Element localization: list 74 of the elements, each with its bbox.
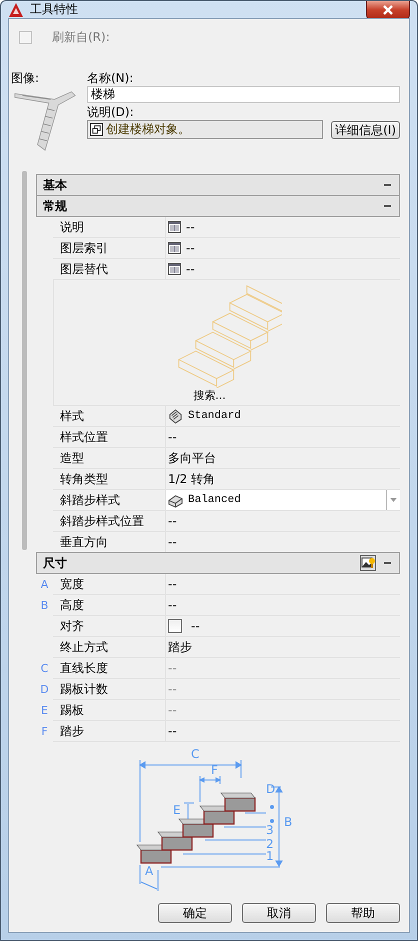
property-value: 踏步	[168, 638, 192, 656]
property-value: --	[186, 241, 195, 255]
dimension-label: 3	[266, 823, 274, 837]
property-value: 多向平台	[168, 450, 216, 466]
property-value: --	[168, 661, 177, 675]
property-value: --	[168, 577, 177, 591]
property-value: --	[168, 598, 177, 612]
align-checkbox[interactable]	[168, 619, 182, 633]
dialog-button[interactable]: 取消	[242, 903, 316, 923]
property-label: 造型	[53, 448, 166, 468]
dimension-label: F	[211, 763, 218, 777]
property-label: 样式位置	[53, 427, 166, 447]
dimension-letter: A	[40, 577, 50, 593]
property-label: 高度	[53, 595, 166, 615]
dimension-label: C	[191, 747, 200, 761]
property-value: --	[168, 703, 177, 717]
property-value: --	[191, 619, 200, 633]
picture-bulb-icon[interactable]	[360, 555, 376, 571]
property-label: 样式	[53, 406, 166, 426]
dimension-label: 1	[266, 849, 274, 863]
name-label: 名称(N):	[87, 70, 134, 86]
dimension-label: A	[145, 864, 154, 878]
stair-style-icon	[168, 492, 183, 508]
section-header[interactable]: 常规	[36, 195, 400, 217]
property-label: 直线长度	[53, 658, 166, 678]
property-label: 宽度	[53, 574, 166, 594]
dimension-label: D	[266, 782, 276, 796]
property-label: 对齐	[53, 616, 166, 636]
dimension-label: B	[284, 815, 292, 829]
dimension-letter: C	[40, 661, 50, 677]
name-field[interactable]: 楼梯	[87, 86, 400, 103]
dimension-label: 2	[266, 837, 274, 851]
property-value: --	[168, 514, 177, 528]
property-value: Standard	[188, 410, 241, 422]
refresh-label: 刷新自(R):	[52, 28, 110, 46]
property-label: 斜踏步样式位置	[53, 511, 166, 531]
property-label: 转角类型	[53, 469, 166, 489]
app-logo-icon	[8, 2, 24, 18]
property-label: 踢板	[53, 700, 166, 720]
section-header[interactable]: 基本	[36, 174, 400, 196]
search-caption[interactable]: 搜索...	[193, 388, 226, 403]
dimension-letter: F	[40, 724, 49, 740]
style-dropdown[interactable]: Balanced	[166, 490, 400, 510]
window-title: 工具特性	[30, 1, 78, 18]
property-value: --	[168, 724, 177, 738]
table-icon[interactable]	[168, 242, 181, 254]
stair-style-icon	[168, 408, 183, 424]
dimension-letter: B	[40, 598, 50, 614]
copy-icon	[90, 123, 103, 136]
property-label: 说明	[53, 217, 166, 237]
dialog-button[interactable]: 帮助	[326, 903, 400, 923]
property-label: 图层索引	[53, 238, 166, 258]
table-icon[interactable]	[168, 263, 181, 275]
property-label: 图层替代	[53, 259, 166, 279]
property-value: --	[168, 430, 177, 444]
property-label: 终止方式	[53, 637, 166, 657]
dimension-label: E	[173, 803, 181, 817]
property-value: 1/2 转角	[168, 470, 216, 488]
dialog-button[interactable]: 确定	[158, 903, 232, 923]
dimension-letter: E	[40, 703, 49, 719]
details-button[interactable]: 详细信息(I)	[331, 120, 400, 138]
description-field[interactable]: 创建楼梯对象。	[87, 120, 324, 139]
property-value: --	[168, 682, 177, 696]
property-label: 踢板计数	[53, 679, 166, 699]
table-icon[interactable]	[168, 221, 181, 233]
property-value: --	[186, 262, 195, 276]
property-label: 踏步	[53, 721, 166, 741]
close-icon[interactable]	[382, 5, 394, 15]
property-value: --	[186, 220, 195, 234]
image-label: 图像:	[11, 70, 40, 86]
property-value: --	[168, 535, 177, 549]
section-header[interactable]: 尺寸	[36, 552, 400, 574]
dimension-letter: D	[39, 682, 50, 698]
description-label: 说明(D):	[87, 104, 135, 120]
